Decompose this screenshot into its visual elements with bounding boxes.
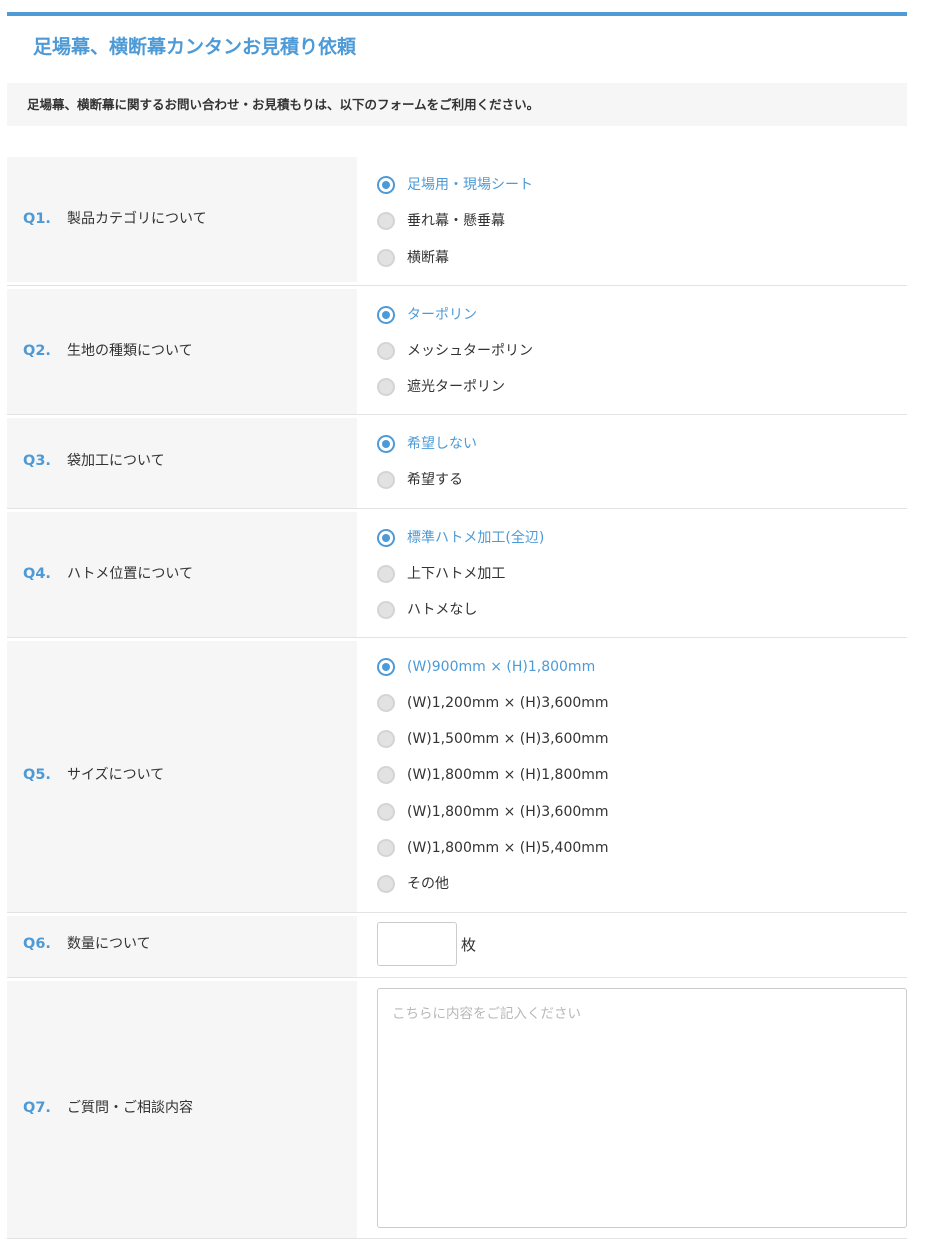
radio-option-label: メッシュターポリン [407, 343, 533, 359]
question-number: Q1. [23, 211, 51, 227]
question-row-q7: Q7. ご質問・ご相談内容 [7, 978, 907, 1239]
quote-form: Q1. 製品カテゴリについて 足場用・現場シート 垂れ幕・懸垂幕 横断幕 Q2.… [7, 157, 907, 1239]
question-number: Q7. [23, 1100, 51, 1116]
radio-checked-icon[interactable] [377, 658, 395, 676]
radio-unchecked-icon[interactable] [377, 730, 395, 748]
radio-option-label: (W)1,500mm × (H)3,600mm [407, 731, 609, 747]
question-number: Q6. [23, 936, 51, 952]
radio-option-label: ハトメなし [407, 602, 478, 618]
radio-option-label: (W)1,800mm × (H)3,600mm [407, 804, 609, 820]
question-label-cell: Q2. 生地の種類について [7, 289, 357, 414]
radio-unchecked-icon[interactable] [377, 766, 395, 784]
question-text: ハトメ位置について [67, 566, 193, 582]
radio-option-label: 希望する [407, 472, 463, 488]
radio-checked-icon[interactable] [377, 529, 395, 547]
question-label-cell: Q1. 製品カテゴリについて [7, 157, 357, 282]
question-number: Q4. [23, 566, 51, 582]
question-number: Q5. [23, 767, 51, 783]
radio-unchecked-icon[interactable] [377, 249, 395, 267]
radio-unchecked-icon[interactable] [377, 803, 395, 821]
radio-option-label: (W)1,800mm × (H)1,800mm [407, 767, 609, 783]
question-text: 製品カテゴリについて [67, 211, 207, 227]
radio-unchecked-icon[interactable] [377, 694, 395, 712]
question-label-cell: Q3. 袋加工について [7, 418, 357, 508]
question-text: 数量について [67, 936, 151, 952]
question-text: 生地の種類について [67, 343, 193, 359]
radio-option-label: 垂れ幕・懸垂幕 [407, 213, 505, 229]
question-text: サイズについて [67, 767, 165, 783]
intro-text: 足場幕、横断幕に関するお問い合わせ・お見積もりは、以下のフォームをご利用ください… [27, 97, 540, 112]
radio-unchecked-icon[interactable] [377, 565, 395, 583]
radio-option-label: 標準ハトメ加工(全辺) [407, 530, 545, 546]
radio-checked-icon[interactable] [377, 176, 395, 194]
question-row-q6: Q6. 数量について 枚 [7, 913, 907, 978]
question-label: Q6. 数量について [23, 934, 151, 954]
quantity-input[interactable] [377, 922, 457, 966]
radio-option-label: (W)1,800mm × (H)5,400mm [407, 840, 609, 856]
radio-option-label: (W)900mm × (H)1,800mm [407, 659, 596, 675]
intro-box: 足場幕、横断幕に関するお問い合わせ・お見積もりは、以下のフォームをご利用ください… [7, 83, 907, 126]
question-text: ご質問・ご相談内容 [67, 1100, 193, 1116]
radio-option-label: 希望しない [407, 436, 477, 452]
question-number: Q2. [23, 343, 51, 359]
radio-unchecked-icon[interactable] [377, 601, 395, 619]
radio-option-label: 足場用・現場シート [407, 177, 533, 193]
radio-option-label: その他 [407, 876, 449, 892]
question-label-cell: Q4. ハトメ位置について [7, 512, 357, 637]
question-label: Q1. 製品カテゴリについて [23, 209, 207, 229]
radio-unchecked-icon[interactable] [377, 378, 395, 396]
radio-option-label: 遮光ターポリン [407, 379, 505, 395]
question-number: Q3. [23, 453, 51, 469]
quantity-unit: 枚 [461, 936, 477, 954]
question-label: Q3. 袋加工について [23, 451, 165, 471]
question-row-q3: Q3. 袋加工について 希望しない 希望する [7, 415, 907, 509]
radio-unchecked-icon[interactable] [377, 212, 395, 230]
quote-form-page: 足場幕、横断幕カンタンお見積り依頼 足場幕、横断幕に関するお問い合わせ・お見積も… [0, 0, 933, 1244]
question-label: Q5. サイズについて [23, 765, 164, 785]
question-text: 袋加工について [67, 453, 165, 469]
question-label-cell: Q7. ご質問・ご相談内容 [7, 981, 357, 1238]
radio-unchecked-icon[interactable] [377, 839, 395, 857]
radio-checked-icon[interactable] [377, 435, 395, 453]
radio-unchecked-icon[interactable] [377, 875, 395, 893]
question-row-q5: Q5. サイズについて (W)900mm × (H)1,800mm (W)1,20… [7, 638, 907, 913]
question-label: Q2. 生地の種類について [23, 341, 193, 361]
radio-unchecked-icon[interactable] [377, 471, 395, 489]
radio-option-label: 横断幕 [407, 250, 449, 266]
question-label: Q4. ハトメ位置について [23, 564, 193, 584]
question-row-q4: Q4. ハトメ位置について 標準ハトメ加工(全辺) 上下ハトメ加工 ハトメなし [7, 509, 907, 638]
question-row-q1: Q1. 製品カテゴリについて 足場用・現場シート 垂れ幕・懸垂幕 横断幕 [7, 157, 907, 286]
radio-checked-icon[interactable] [377, 306, 395, 324]
inquiry-textarea[interactable] [377, 988, 907, 1228]
radio-unchecked-icon[interactable] [377, 342, 395, 360]
question-label-cell: Q6. 数量について [7, 916, 357, 977]
radio-option-label: ターポリン [407, 307, 477, 323]
question-label-cell: Q5. サイズについて [7, 641, 357, 912]
header-accent-bar [7, 12, 907, 16]
question-row-q2: Q2. 生地の種類について ターポリン メッシュターポリン 遮光ターポリン [7, 286, 907, 415]
radio-option-label: (W)1,200mm × (H)3,600mm [407, 695, 609, 711]
radio-option-label: 上下ハトメ加工 [407, 566, 506, 582]
question-label: Q7. ご質問・ご相談内容 [23, 1098, 193, 1118]
page-title: 足場幕、横断幕カンタンお見積り依頼 [33, 36, 357, 58]
